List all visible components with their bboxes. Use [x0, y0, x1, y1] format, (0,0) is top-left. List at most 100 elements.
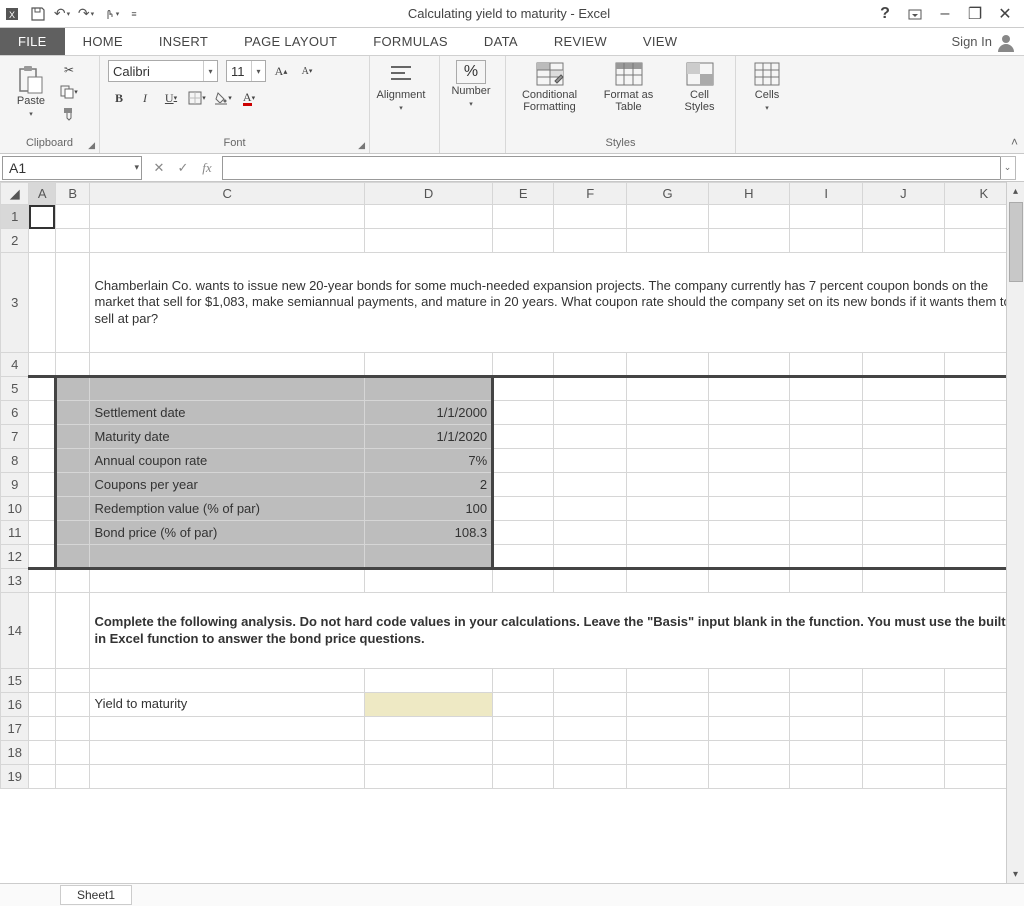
col-header[interactable]: G [627, 183, 708, 205]
sign-in-link[interactable]: Sign In [944, 28, 1024, 55]
tab-insert[interactable]: INSERT [141, 28, 226, 55]
font-size-combo[interactable]: 11 ▾ [226, 60, 266, 82]
col-header[interactable]: A [29, 183, 55, 205]
cell-A1[interactable] [29, 205, 55, 229]
bold-button[interactable]: B [108, 88, 130, 108]
row-header[interactable]: 4 [1, 353, 29, 377]
col-header[interactable]: F [554, 183, 627, 205]
alignment-button[interactable]: Alignment ▾ [378, 60, 424, 112]
expand-formula-bar-icon[interactable]: ⌄ [1000, 156, 1016, 180]
tab-formulas[interactable]: FORMULAS [355, 28, 466, 55]
restore-icon[interactable]: ❐ [964, 3, 986, 25]
col-header[interactable]: J [863, 183, 944, 205]
insert-function-icon[interactable]: fx [196, 158, 218, 178]
col-header[interactable]: I [790, 183, 863, 205]
sheet-tab[interactable]: Sheet1 [60, 885, 132, 905]
col-header[interactable]: B [55, 183, 90, 205]
tab-view[interactable]: VIEW [625, 28, 695, 55]
cancel-formula-icon[interactable]: ✕ [148, 158, 170, 178]
decrease-font-icon[interactable]: A▾ [296, 61, 318, 81]
ribbon-display-icon[interactable] [904, 3, 926, 25]
italic-button[interactable]: I [134, 88, 156, 108]
redemption-label[interactable]: Redemption value (% of par) [90, 497, 365, 521]
cells-button[interactable]: Cells ▾ [744, 60, 790, 112]
select-all-corner[interactable]: ◢ [1, 183, 29, 205]
minimize-icon[interactable]: – [934, 3, 956, 25]
scroll-up-icon[interactable]: ▴ [1007, 182, 1024, 200]
problem-text[interactable]: Chamberlain Co. wants to issue new 20-ye… [90, 253, 1024, 353]
tab-data[interactable]: DATA [466, 28, 536, 55]
row-header[interactable]: 2 [1, 229, 29, 253]
worksheet-grid[interactable]: ◢ A B C D E F G H I J K 1 2 3 Chamberlai… [0, 182, 1024, 884]
paste-button[interactable]: Paste ▾ [8, 66, 54, 118]
row-header[interactable]: 18 [1, 741, 29, 765]
redo-icon[interactable]: ↷▾ [76, 4, 96, 24]
row-header[interactable]: 17 [1, 717, 29, 741]
name-box[interactable]: A1 ▾ [2, 156, 142, 180]
scrollbar-thumb[interactable] [1009, 202, 1023, 282]
bond-price-label[interactable]: Bond price (% of par) [90, 521, 365, 545]
coupons-per-year-label[interactable]: Coupons per year [90, 473, 365, 497]
row-header[interactable]: 14 [1, 593, 29, 669]
instruction-text[interactable]: Complete the following analysis. Do not … [90, 593, 1024, 669]
format-as-table-button[interactable]: Format as Table [597, 60, 661, 113]
borders-icon[interactable]: ▾ [186, 88, 208, 108]
increase-font-icon[interactable]: A▴ [270, 61, 292, 81]
fill-color-icon[interactable]: ▾ [212, 88, 234, 108]
row-header[interactable]: 16 [1, 693, 29, 717]
cell-styles-button[interactable]: Cell Styles [673, 60, 727, 113]
font-name-combo[interactable]: Calibri ▾ [108, 60, 218, 82]
tab-home[interactable]: HOME [65, 28, 141, 55]
maturity-date-value[interactable]: 1/1/2020 [365, 425, 493, 449]
maturity-date-label[interactable]: Maturity date [90, 425, 365, 449]
row-header[interactable]: 9 [1, 473, 29, 497]
touch-mode-icon[interactable]: ▾ [100, 4, 120, 24]
tab-file[interactable]: FILE [0, 28, 65, 55]
coupon-rate-label[interactable]: Annual coupon rate [90, 449, 365, 473]
row-header[interactable]: 12 [1, 545, 29, 569]
row-header[interactable]: 13 [1, 569, 29, 593]
row-header[interactable]: 7 [1, 425, 29, 449]
col-header[interactable]: H [708, 183, 789, 205]
row-header[interactable]: 1 [1, 205, 29, 229]
tab-page-layout[interactable]: PAGE LAYOUT [226, 28, 355, 55]
row-header[interactable]: 3 [1, 253, 29, 353]
vertical-scrollbar[interactable]: ▴ ▾ [1006, 182, 1024, 883]
redemption-value[interactable]: 100 [365, 497, 493, 521]
row-header[interactable]: 11 [1, 521, 29, 545]
chevron-down-icon[interactable]: ▾ [134, 162, 139, 173]
coupon-rate-value[interactable]: 7% [365, 449, 493, 473]
help-icon[interactable]: ? [874, 3, 896, 25]
col-header[interactable]: E [493, 183, 554, 205]
coupons-per-year-value[interactable]: 2 [365, 473, 493, 497]
number-button[interactable]: % Number ▾ [448, 60, 494, 108]
font-dialog-launcher-icon[interactable]: ◢ [358, 140, 365, 151]
font-color-icon[interactable]: A▾ [238, 88, 260, 108]
chevron-down-icon[interactable]: ▾ [251, 61, 265, 81]
chevron-down-icon[interactable]: ▾ [203, 61, 217, 81]
row-header[interactable]: 10 [1, 497, 29, 521]
clipboard-dialog-launcher-icon[interactable]: ◢ [88, 140, 95, 151]
row-header[interactable]: 19 [1, 765, 29, 789]
col-header[interactable]: C [90, 183, 365, 205]
undo-icon[interactable]: ↶▾ [52, 4, 72, 24]
settlement-date-value[interactable]: 1/1/2000 [365, 401, 493, 425]
col-header[interactable]: D [365, 183, 493, 205]
row-header[interactable]: 6 [1, 401, 29, 425]
row-header[interactable]: 15 [1, 669, 29, 693]
format-painter-icon[interactable] [58, 104, 80, 124]
settlement-date-label[interactable]: Settlement date [90, 401, 365, 425]
row-header[interactable]: 8 [1, 449, 29, 473]
underline-button[interactable]: U▾ [160, 88, 182, 108]
customize-qat-icon[interactable]: ≡ [124, 4, 144, 24]
bond-price-value[interactable]: 108.3 [365, 521, 493, 545]
save-icon[interactable] [28, 4, 48, 24]
copy-icon[interactable]: ▾ [58, 82, 80, 102]
conditional-formatting-button[interactable]: Conditional Formatting [515, 60, 585, 113]
cut-icon[interactable]: ✂ [58, 60, 80, 80]
ytm-answer-cell[interactable] [365, 693, 493, 717]
collapse-ribbon-icon[interactable]: ˄ [1011, 135, 1018, 149]
close-icon[interactable]: ✕ [994, 3, 1016, 25]
ytm-label[interactable]: Yield to maturity [90, 693, 365, 717]
scroll-down-icon[interactable]: ▾ [1007, 865, 1024, 883]
